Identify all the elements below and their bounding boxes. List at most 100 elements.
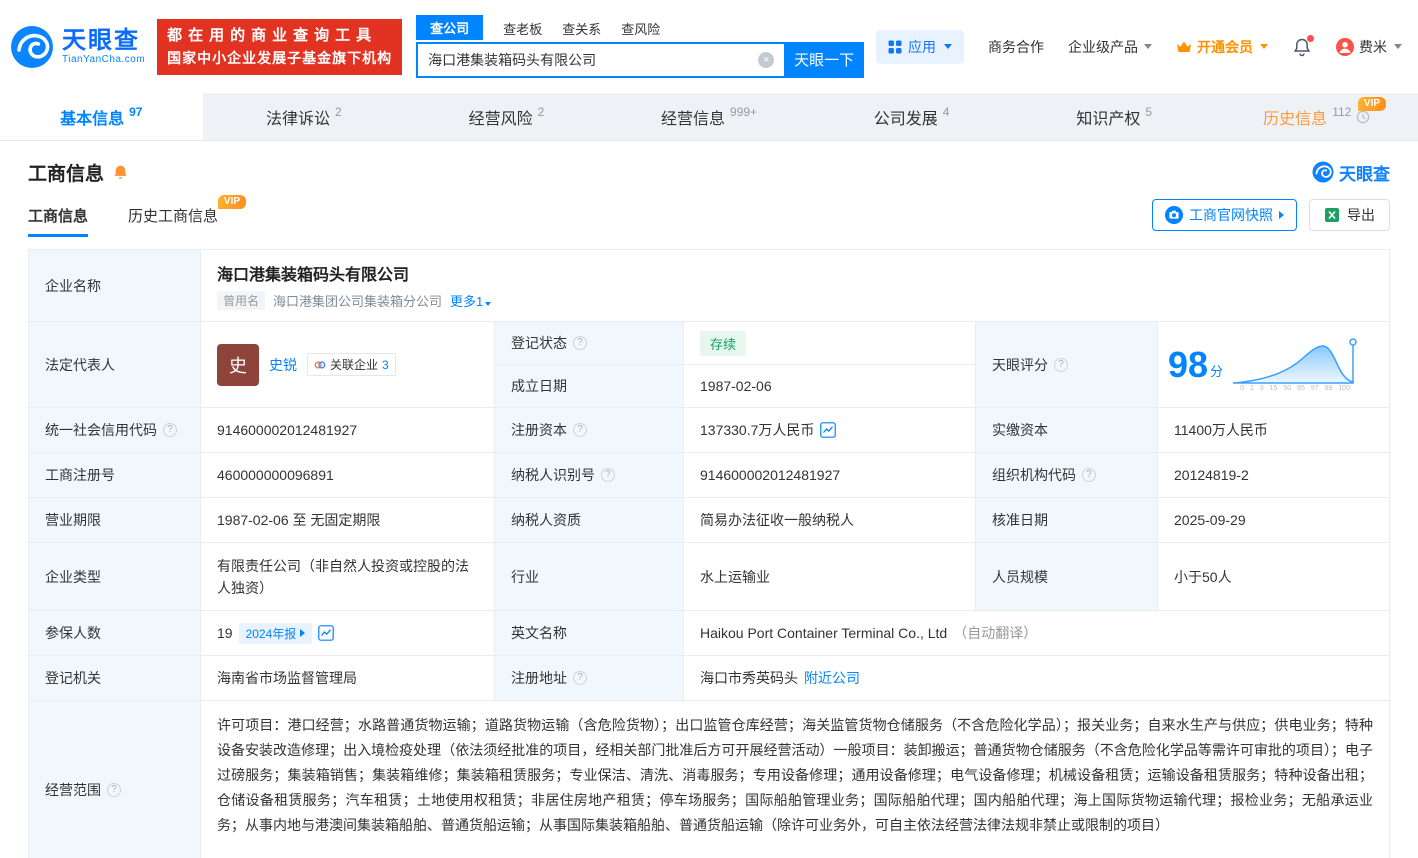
tab-count: 5 (1145, 105, 1152, 119)
company-name: 海口港集装箱码头有限公司 (217, 261, 409, 285)
company-nav-tabs: 基本信息 97 法律诉讼 2 经营风险 2 经营信息 999+ 公司发展 4 知… (0, 93, 1418, 141)
legal-rep-cell: 史 史锐 关联企业 3 (201, 322, 495, 408)
tab-count: 97 (129, 105, 142, 119)
reg-authority-label: 登记机关 (29, 656, 201, 701)
search-tab-boss[interactable]: 查老板 (503, 17, 542, 40)
capital-trend-icon[interactable] (820, 422, 836, 438)
help-icon[interactable]: ? (573, 336, 587, 350)
tab-label: 历史信息 (1263, 105, 1327, 129)
status-date-subgrid: 登记状态 ? 存续 成立日期 1987-02-06 (495, 322, 976, 408)
tianyancha-logo-icon (10, 25, 54, 69)
score-unit: 分 (1210, 361, 1223, 380)
subtab-history-business-info[interactable]: 历史工商信息 VIP (128, 193, 218, 237)
business-info-section: 工商信息 天眼查 工商信息 历史工商信息 VIP (0, 141, 1418, 858)
annual-report-badge[interactable]: 2024年报 (239, 623, 313, 644)
table-row: 登记机关 海南省市场监督管理局 注册地址 ? 海口市秀英码头 附近公司 (29, 656, 1390, 701)
business-term-label: 营业期限 (29, 498, 201, 543)
table-row: 工商注册号 460000000096891 纳税人识别号 ? 914600002… (29, 453, 1390, 498)
tianyancha-watermark: 天眼查 (1312, 160, 1390, 185)
industry-label: 行业 (495, 543, 684, 611)
arrow-right-icon (1279, 211, 1284, 219)
promo-banner: 都在用的商业查询工具 国家中小企业发展子基金旗下机构 (157, 19, 402, 75)
tianyancha-logo[interactable]: 天眼查 TianYanCha.com (10, 25, 145, 69)
excel-icon (1324, 207, 1340, 223)
score-label: 天眼评分 ? (976, 322, 1158, 408)
notification-bell[interactable] (1292, 37, 1312, 57)
tab-count: 999+ (730, 105, 757, 119)
business-info-table: 企业名称 海口港集装箱码头有限公司 曾用名 海口港集团公司集装箱分公司 更多1 … (28, 249, 1390, 858)
insured-trend-icon[interactable] (318, 625, 334, 641)
help-icon[interactable]: ? (1054, 358, 1068, 372)
nearby-companies-link[interactable]: 附近公司 (804, 668, 860, 688)
help-icon[interactable]: ? (1082, 468, 1096, 482)
tab-operation-info[interactable]: 经营信息 999+ (608, 93, 811, 140)
tab-count: 4 (943, 105, 950, 119)
official-snapshot-button[interactable]: 工商官网快照 (1152, 199, 1297, 231)
table-row: 营业期限 1987-02-06 至 无固定期限 纳税人资质 简易办法征收一般纳税… (29, 498, 1390, 543)
username-label: 费米 (1359, 37, 1387, 57)
paid-capital-label: 实缴资本 (976, 408, 1158, 453)
reg-capital-value: 137330.7万人民币 (684, 408, 976, 453)
user-menu[interactable]: 费米 (1336, 37, 1402, 57)
apps-label: 应用 (908, 37, 936, 57)
chevron-down-icon (1144, 44, 1152, 49)
legal-rep-name-link[interactable]: 史锐 (269, 355, 297, 375)
export-button[interactable]: 导出 (1309, 199, 1390, 231)
help-icon[interactable]: ? (601, 468, 615, 482)
score-cell[interactable]: 98 分 (1158, 322, 1390, 408)
reg-address-value: 海口市秀英码头 附近公司 (684, 656, 1390, 701)
tab-label: 知识产权 (1076, 105, 1140, 129)
history-clock-icon (1356, 110, 1370, 124)
help-icon[interactable]: ? (163, 423, 177, 437)
former-name: 海口港集团公司集装箱分公司 (273, 291, 442, 310)
related-companies-badge[interactable]: 关联企业 3 (307, 353, 396, 376)
tab-intellectual-property[interactable]: 知识产权 5 (1013, 93, 1216, 140)
tab-basic-info[interactable]: 基本信息 97 (0, 93, 203, 140)
tab-label: 经营风险 (469, 105, 533, 129)
tab-history-info[interactable]: VIP 历史信息 112 (1215, 93, 1418, 140)
company-name-cell: 海口港集装箱码头有限公司 曾用名 海口港集团公司集装箱分公司 更多1 (201, 250, 1390, 322)
legal-rep-avatar[interactable]: 史 (217, 344, 259, 386)
nav-open-vip[interactable]: 开通会员 (1176, 37, 1268, 57)
search-tab-relation[interactable]: 查关系 (562, 17, 601, 40)
subtab-business-info[interactable]: 工商信息 (28, 193, 88, 237)
export-label: 导出 (1347, 205, 1375, 225)
crown-icon (1176, 40, 1192, 54)
table-row: 统一社会信用代码 ? 914600002012481927 注册资本 ? 137… (29, 408, 1390, 453)
establish-date-cell: 1987-02-06 (684, 365, 976, 408)
nav-business-cooperation[interactable]: 商务合作 (988, 37, 1044, 57)
english-name-label: 英文名称 (495, 611, 684, 656)
vip-badge: VIP (218, 195, 246, 209)
help-icon[interactable]: ? (573, 423, 587, 437)
approval-date-label: 核准日期 (976, 498, 1158, 543)
vip-badge: VIP (1358, 97, 1386, 111)
tab-label: 基本信息 (60, 105, 124, 129)
vip-label: 开通会员 (1197, 37, 1253, 57)
table-row: 企业名称 海口港集装箱码头有限公司 曾用名 海口港集团公司集装箱分公司 更多1 (29, 250, 1390, 322)
apps-menu-button[interactable]: 应用 (876, 30, 964, 64)
tab-legal-litigation[interactable]: 法律诉讼 2 (203, 93, 406, 140)
table-row: 企业类型 有限责任公司（非自然人投资或控股的法人独资） 行业 水上运输业 人员规… (29, 543, 1390, 611)
subscribe-bell-icon[interactable] (112, 164, 129, 181)
snapshot-camera-icon (1165, 206, 1183, 224)
reg-status-cell: 存续 (684, 322, 976, 365)
subtab-row: 工商信息 历史工商信息 VIP 工商官网快照 (28, 193, 1390, 237)
search-input[interactable] (416, 42, 784, 78)
search-button[interactable]: 天眼一下 (784, 42, 864, 78)
more-former-names-link[interactable]: 更多1 (450, 291, 491, 310)
clear-search-icon[interactable]: × (758, 52, 774, 68)
help-icon[interactable]: ? (573, 671, 587, 685)
user-avatar-icon (1336, 38, 1354, 56)
search-tab-risk[interactable]: 查风险 (621, 17, 660, 40)
watermark-label: 天眼查 (1339, 160, 1390, 185)
tab-operation-risk[interactable]: 经营风险 2 (405, 93, 608, 140)
nav-enterprise-products[interactable]: 企业级产品 (1068, 37, 1152, 57)
chevron-down-icon (944, 44, 952, 49)
help-icon[interactable]: ? (107, 783, 121, 797)
business-scope-value: 许可项目：港口经营；水路普通货物运输；道路货物运输（含危险货物）；出口监管仓库经… (201, 701, 1390, 858)
search-tab-company[interactable]: 查公司 (416, 15, 483, 40)
tab-company-development[interactable]: 公司发展 4 (810, 93, 1013, 140)
insured-value: 19 2024年报 (201, 611, 495, 656)
header-right-nav: 应用 商务合作 企业级产品 开通会员 (876, 30, 1402, 64)
chevron-down-icon (485, 302, 491, 306)
